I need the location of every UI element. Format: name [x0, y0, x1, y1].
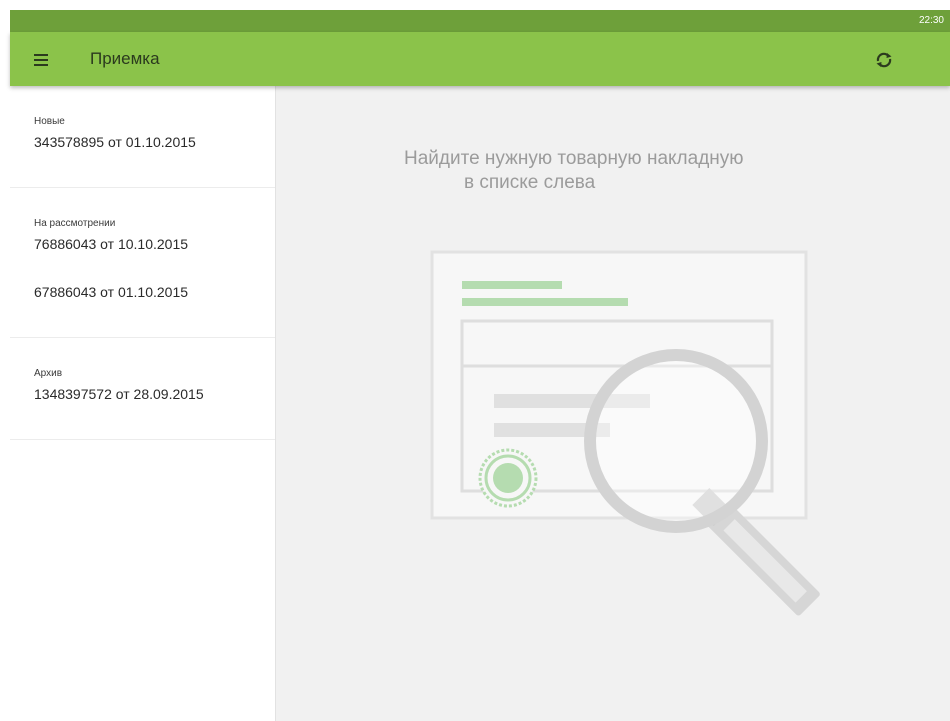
list-item[interactable]: 1348397572 от 28.09.2015 [10, 382, 275, 439]
empty-state-line-2: в списке слева [464, 172, 596, 193]
page-title: Приемка [90, 49, 160, 68]
status-bar: 22:30 [10, 10, 950, 32]
list-item[interactable]: 76886043 от 10.10.2015 [10, 232, 275, 280]
empty-state-line-1: Найдите нужную товарную накладную [404, 148, 744, 169]
hamburger-menu-icon[interactable] [28, 48, 54, 72]
invoice-list-sidebar: Новые 343578895 от 01.10.2015 На рассмот… [10, 86, 276, 721]
app-toolbar: Приемка [10, 32, 950, 86]
document-magnifier-illustration [426, 246, 866, 651]
section-new: Новые 343578895 от 01.10.2015 [10, 86, 275, 188]
empty-state-message: Найдите нужную товарную накладную в спис… [404, 147, 824, 195]
list-item[interactable]: 343578895 от 01.10.2015 [10, 130, 275, 187]
list-item[interactable]: 67886043 от 01.10.2015 [10, 280, 275, 337]
section-archive: Архив 1348397572 от 28.09.2015 [10, 338, 275, 440]
sync-icon[interactable] [870, 46, 898, 74]
section-header: На рассмотрении [34, 218, 116, 229]
status-time: 22:30 [918, 15, 944, 26]
section-header: Архив [34, 368, 63, 379]
section-header: Новые [34, 116, 65, 127]
section-in-review: На рассмотрении 76886043 от 10.10.2015 6… [10, 188, 275, 338]
detail-pane: Найдите нужную товарную накладную в спис… [276, 86, 950, 721]
